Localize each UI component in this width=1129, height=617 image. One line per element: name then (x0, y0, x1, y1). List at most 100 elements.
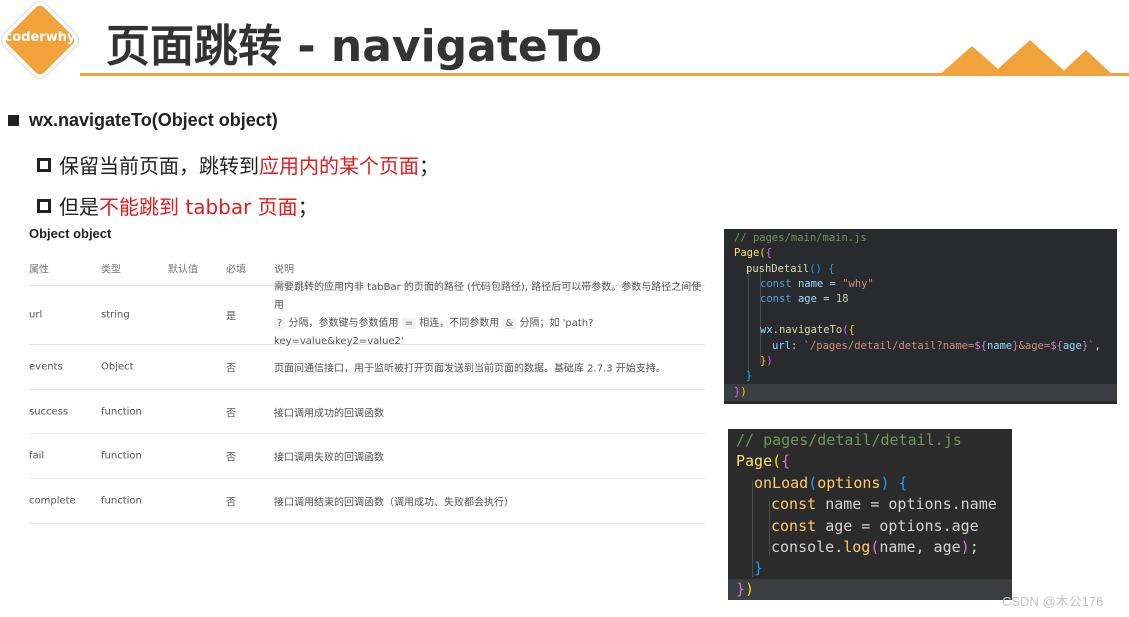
logo-text: coderwhy (4, 30, 76, 45)
params-table: 属性 类型 默认值 必填 说明 url string 是 需要跳转的应用内非 t… (29, 250, 705, 524)
code-token: onLoad (754, 474, 809, 492)
code-token: name (825, 495, 862, 513)
hollow-square-bullet-icon (37, 198, 51, 213)
current-line-highlight (724, 384, 1117, 401)
cell-required: 否 (226, 497, 236, 509)
header-prop: 属性 (29, 264, 49, 275)
code-line: onLoad(options) { (754, 474, 908, 492)
code-line: } (754, 559, 764, 577)
slide-title: 页面跳转 - navigateTo (106, 21, 603, 72)
code-token: const (760, 293, 792, 305)
bullet-item-2-highlight: 不能跳到 tabbar 页面 (99, 195, 298, 219)
code-token: wx (760, 324, 773, 336)
cell-desc: 页面间通信接口，用于监听被打开页面发送到当前页面的数据。基础库 2.7.3 开始… (274, 363, 666, 375)
code-token: console (771, 538, 835, 556)
cell-type: string (101, 309, 130, 321)
code-token: age (797, 293, 817, 305)
bullet-item-2: 但是 不能跳到 tabbar 页面； (37, 191, 318, 220)
cell-desc: 接口调用失败的回调函数 (274, 452, 384, 464)
table-row: success function 否 接口调用成功的回调函数 (29, 390, 705, 434)
cell-prop: success (29, 406, 69, 417)
cell-prop: url (29, 309, 43, 321)
code-token: options.name (888, 495, 997, 513)
code-comment: // pages/main/main.js (734, 232, 867, 244)
cell-required: 是 (226, 311, 236, 323)
header-required: 必填 (226, 264, 246, 275)
code-token: 18 (835, 293, 849, 305)
code-token: "why" (842, 278, 874, 290)
bullet-item-1: 保留当前页面，跳转到 应用内的某个页面； (37, 150, 439, 179)
table-row: events Object 否 页面间通信接口，用于监听被打开页面发送到当前页面… (29, 345, 705, 390)
code-token: Page (736, 452, 773, 470)
bullet-item-2-suffix: ； (297, 195, 318, 219)
inline-code: & (502, 318, 517, 329)
cell-prop: events (29, 361, 63, 373)
code-token: const (771, 495, 817, 513)
code-line: const name = "why" (760, 278, 874, 290)
header-default: 默认值 (168, 264, 198, 275)
code-line: }) (736, 580, 755, 598)
filled-square-bullet-icon (8, 115, 19, 126)
cell-type: Object (101, 361, 134, 373)
indent-guide (752, 481, 753, 577)
coderwhy-logo: coderwhy (2, 2, 78, 78)
current-line-highlight (728, 579, 1012, 600)
code-token: &age= (1018, 340, 1051, 352)
code-token: url (772, 340, 791, 352)
cell-required: 否 (226, 408, 236, 419)
code-token: Page (734, 247, 760, 259)
cell-desc: 接口调用成功的回调函数 (274, 408, 384, 419)
code-main-js: // pages/main/main.js Page({ pushDetail(… (724, 229, 1117, 404)
code-token: pushDetail (746, 263, 810, 275)
cell-prop: complete (29, 495, 76, 507)
cell-required: 否 (226, 363, 236, 375)
code-comment: // pages/detail/detail.js (736, 431, 962, 449)
code-token: log (843, 538, 871, 556)
code-token: const (760, 278, 792, 290)
code-token: options.age (879, 517, 979, 535)
code-token: name (986, 340, 1013, 352)
bullet-item-1-highlight: 应用内的某个页面 (259, 154, 419, 178)
code-line: }) (734, 386, 747, 398)
code-detail-js: // pages/detail/detail.js Page({ onLoad(… (728, 429, 1012, 600)
code-line: Page({ (736, 452, 791, 470)
code-line: const age = options.age (771, 517, 979, 535)
table-row: fail function 否 接口调用失败的回调函数 (29, 434, 705, 479)
cell-required: 否 (226, 452, 236, 464)
hollow-square-bullet-icon (37, 157, 51, 172)
code-token: name, age (879, 538, 961, 556)
table-row: complete function 否 接口调用结束的回调函数（调用成功、失败都… (29, 479, 705, 524)
bullet-item-2-prefix: 但是 (59, 195, 99, 219)
code-line: wx.navigateTo({ (760, 324, 855, 336)
code-token: options (817, 474, 881, 492)
cell-type: function (101, 406, 142, 417)
code-line: }) (760, 355, 773, 367)
code-token: ` (1088, 340, 1095, 352)
desc-text: 需要跳转的应用内非 tabBar 的页面的路径 (代码包路径), 路径后可以带参… (274, 282, 702, 311)
code-token: age (1062, 340, 1082, 352)
code-line: pushDetail() { (746, 263, 835, 275)
indent-guide (769, 501, 770, 555)
code-line: url: `/pages/detail/detail?name=${name}&… (772, 340, 1101, 352)
cell-type: function (101, 450, 142, 462)
cell-prop: fail (29, 450, 45, 462)
inline-code: = (401, 318, 417, 329)
code-line: console.log(name, age); (771, 538, 979, 556)
code-token: const (771, 517, 817, 535)
code-token: age (825, 517, 853, 535)
code-line: } (746, 370, 753, 382)
desc-text: 相连，不同参数用 (419, 318, 500, 329)
table-row: url string 是 需要跳转的应用内非 tabBar 的页面的路径 (代码… (29, 282, 705, 347)
cell-desc: 需要跳转的应用内非 tabBar 的页面的路径 (代码包路径), 路径后可以带参… (274, 279, 704, 351)
indent-guide (748, 267, 749, 381)
bullet-main-text: wx.navigateTo(Object object) (29, 110, 278, 130)
code-token: name (797, 278, 824, 290)
code-token: navigateTo (778, 324, 843, 336)
inline-code: ? (274, 318, 286, 329)
code-line: const age = 18 (760, 293, 849, 305)
bullet-item-1-prefix: 保留当前页面，跳转到 (59, 154, 259, 178)
header-desc: 说明 (274, 264, 294, 275)
desc-text: 分隔，参数键与参数值用 (288, 318, 399, 329)
header-type: 类型 (101, 264, 121, 275)
watermark: CSDN @木公176 (1002, 594, 1104, 609)
